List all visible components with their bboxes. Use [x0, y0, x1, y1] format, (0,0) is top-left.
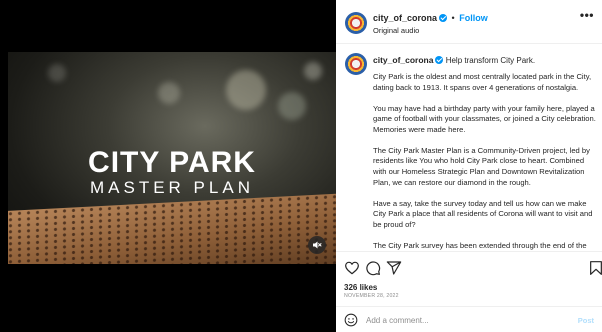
caption-paragraph: The City Park Master Plan is a Community…: [373, 145, 590, 187]
more-horizontal-icon[interactable]: •••: [580, 9, 594, 21]
action-bar: [336, 251, 602, 281]
emoji-icon[interactable]: [344, 313, 358, 327]
avatar[interactable]: [345, 53, 367, 75]
video-title-line1: CITY PARK: [88, 146, 256, 179]
caption-paragraph: City Park is the oldest and most central…: [373, 72, 592, 92]
caption-headline-text: Help transform City Park.: [445, 56, 536, 65]
bokeh-light: [278, 92, 306, 120]
caption-area: city_of_corona Help transform City Park.…: [336, 45, 602, 251]
bokeh-light: [226, 70, 266, 110]
original-audio-link[interactable]: Original audio: [373, 26, 419, 35]
caption-body: City Park is the oldest and most central…: [373, 72, 599, 251]
post-side-panel: city_of_corona • Follow Original audio •…: [336, 0, 602, 332]
header-separator: •: [451, 13, 455, 23]
share-icon[interactable]: [386, 260, 402, 276]
bokeh-light: [48, 64, 66, 82]
caption-paragraph: The City Park survey has been extended t…: [373, 240, 587, 250]
caption-paragraph: Have a say, take the survey today and te…: [373, 198, 593, 229]
video-title: CITY PARK MASTER PLAN: [8, 148, 336, 198]
header-username[interactable]: city_of_corona: [373, 13, 437, 23]
avatar[interactable]: [345, 12, 367, 34]
comment-bar: Post: [336, 306, 602, 332]
caption-username[interactable]: city_of_corona: [373, 55, 433, 65]
post-media: CITY PARK MASTER PLAN: [0, 0, 336, 332]
caption-paragraph: You may have had a birthday party with y…: [373, 103, 596, 134]
speaker-muted-icon: [313, 241, 322, 249]
header-user-line: city_of_corona • Follow: [373, 13, 488, 23]
like-count[interactable]: 326 likes: [344, 283, 377, 292]
post-date: NOVEMBER 28, 2022: [344, 293, 399, 299]
verified-badge-icon: [435, 56, 444, 64]
video-title-line2: MASTER PLAN: [90, 178, 254, 197]
follow-button[interactable]: Follow: [459, 13, 488, 23]
heart-icon[interactable]: [344, 260, 360, 276]
comment-input[interactable]: [366, 312, 566, 328]
verified-badge-icon: [439, 14, 448, 22]
bokeh-light: [304, 62, 322, 80]
mute-button[interactable]: [308, 236, 326, 254]
caption-headline: city_of_corona Help transform City Park.: [373, 55, 597, 66]
post-header: city_of_corona • Follow Original audio •…: [336, 0, 602, 44]
picnic-table-perforations: [8, 192, 336, 264]
bookmark-icon[interactable]: [588, 260, 602, 276]
comment-icon[interactable]: [365, 260, 381, 276]
bokeh-light: [158, 82, 180, 104]
video-player[interactable]: CITY PARK MASTER PLAN: [8, 52, 336, 264]
post-comment-button[interactable]: Post: [578, 316, 594, 325]
